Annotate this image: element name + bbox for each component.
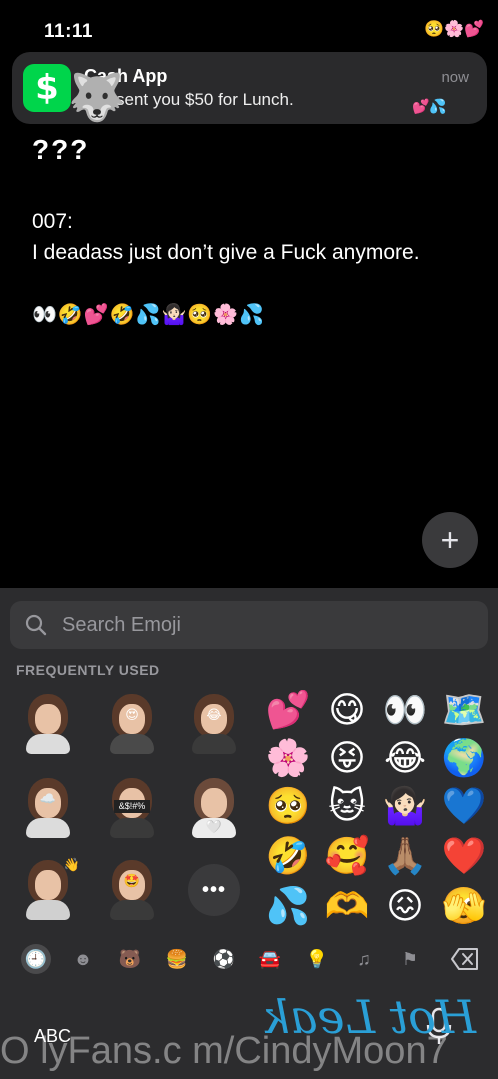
emoji-key[interactable]: 🐱 — [323, 782, 371, 830]
dollar-icon: $ — [35, 68, 59, 108]
emoji-key[interactable]: 😂 — [381, 734, 429, 782]
notification-overlay-emojis: 💕💦 — [412, 98, 447, 114]
emoji-key[interactable]: 🌸 — [264, 734, 312, 782]
url-watermark: O lyFans.c m/CindyMoon7 — [0, 1030, 448, 1072]
emoji-category-bar: 🕘 ☻ 🐻 🍔 ⚽ 🚘 💡 ♫ ⚑ — [0, 940, 498, 978]
message-text: I deadass just don’t give a Fuck anymore… — [32, 241, 420, 264]
memoji-sticker[interactable]: ☁️ — [18, 776, 78, 838]
emoji-key[interactable]: 💙 — [440, 782, 488, 830]
memoji-sticker[interactable] — [18, 692, 78, 754]
animal-category-icon[interactable]: 🐻 — [118, 948, 142, 970]
ellipsis-icon: ••• — [201, 878, 226, 901]
emoji-key[interactable]: 🌍 — [440, 734, 488, 782]
activity-category-icon[interactable]: ⚽ — [212, 948, 236, 970]
cash-app-icon: $ — [23, 64, 71, 112]
emoji-key[interactable]: 🥺 — [264, 782, 312, 830]
flag-category-icon[interactable]: ⚑ — [398, 948, 422, 970]
emoji-key[interactable]: 🗺️ — [440, 686, 488, 734]
travel-category-icon[interactable]: 🚘 — [258, 948, 282, 970]
emoji-key[interactable]: 🤣 — [264, 832, 312, 880]
emoji-search-input[interactable]: Search Emoji — [10, 601, 488, 649]
search-placeholder: Search Emoji — [62, 614, 181, 636]
emoji-key[interactable]: 😖 — [381, 882, 429, 930]
wolf-sticker-icon: 🐺 — [68, 71, 126, 123]
more-stickers-button[interactable]: ••• — [188, 864, 240, 916]
memoji-sticker[interactable]: 👋 — [18, 858, 80, 920]
notification-body: sent you $50 for Lunch. — [116, 90, 294, 109]
message-emoji-line: 👀🤣💕🤣💦🤷🏻‍♀️🥺🌸💦 — [32, 304, 266, 326]
food-category-icon[interactable]: 🍔 — [165, 948, 189, 970]
recent-clock-icon[interactable]: 🕘 — [21, 944, 51, 974]
backspace-icon[interactable] — [450, 946, 480, 972]
emoji-key[interactable]: 🥰 — [323, 832, 371, 880]
plus-icon: + — [440, 522, 460, 558]
memoji-sticker[interactable]: 🤍 — [184, 776, 244, 838]
memoji-sticker[interactable]: 🤩 — [102, 858, 162, 920]
status-bar: 11:11 🥺🌸💕 — [0, 0, 498, 50]
emoji-key[interactable]: 💦 — [264, 882, 312, 930]
emoji-key[interactable]: 👀 — [381, 686, 429, 734]
emoji-key[interactable]: 🫶 — [323, 882, 371, 930]
cash-app-notification[interactable]: $ Cash App sent you $50 for Lunch. now 🐺… — [12, 52, 487, 124]
symbols-category-icon[interactable]: ♫ — [352, 948, 376, 970]
emoji-key[interactable]: 💕 — [264, 686, 312, 734]
emoji-key[interactable]: 😋 — [323, 686, 371, 734]
status-overlay-emojis: 🥺🌸💕 — [424, 21, 484, 38]
add-button[interactable]: + — [422, 512, 478, 568]
emoji-key[interactable]: ❤️ — [440, 832, 488, 880]
memoji-sticker[interactable]: &$!#% — [102, 776, 162, 838]
emoji-key[interactable]: 🤷🏻‍♀️ — [381, 782, 429, 830]
emoji-key[interactable]: 😝 — [323, 734, 371, 782]
notification-time: now — [441, 69, 469, 86]
memoji-sticker[interactable]: 😂 — [184, 692, 244, 754]
emoji-key[interactable]: 🙏🏽 — [381, 832, 429, 880]
smiley-category-icon[interactable]: ☻ — [71, 948, 95, 970]
memoji-sticker[interactable]: 😍 — [102, 692, 162, 754]
search-icon — [25, 614, 47, 636]
section-label-frequently-used: FREQUENTLY USED — [16, 662, 160, 678]
message-sender: 007: — [32, 210, 73, 233]
objects-category-icon[interactable]: 💡 — [305, 948, 329, 970]
emoji-key[interactable]: 🫣 — [440, 882, 488, 930]
status-time: 11:11 — [44, 21, 93, 42]
message-question: ??? — [32, 134, 90, 165]
